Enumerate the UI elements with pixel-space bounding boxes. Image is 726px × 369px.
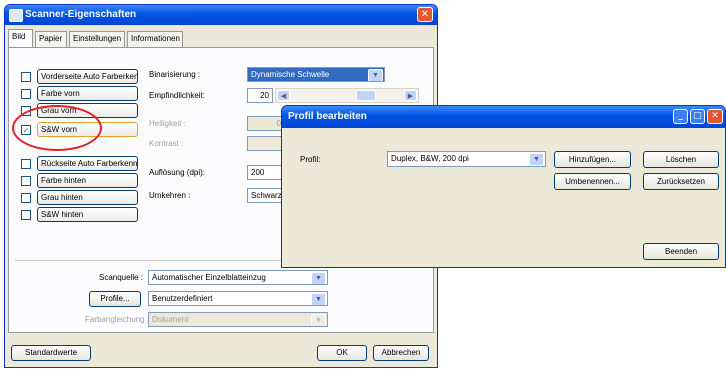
checkbox-front-color[interactable] [21,89,31,99]
annotation-circle [12,105,102,151]
binarization-select[interactable]: Dynamische Schwelle ▼ [247,67,385,82]
chevron-down-icon: ▼ [368,69,383,81]
invert-label: Umkehren : [149,191,191,200]
binarization-label: Binarisierung : [149,70,201,79]
checkbox-front-auto-color[interactable] [21,72,31,82]
resolution-label: Auflösung (dpi): [149,168,206,177]
binarization-value: Dynamische Schwelle [251,70,330,79]
profile-button[interactable]: Profile... [89,291,141,307]
maximize-button[interactable]: □ [690,109,705,124]
dialog-title-bar[interactable]: Profil bearbeiten _ □ ✕ [282,106,725,128]
scanner-app-icon [9,9,23,22]
minimize-button[interactable]: _ [673,109,688,124]
sensitivity-slider[interactable]: ◀ ▶ [275,88,419,103]
sensitivity-label: Empfindlichkeit: [149,91,206,100]
exit-button[interactable]: Beenden [643,243,719,260]
checkbox-back-bw[interactable] [21,210,31,220]
profile-combo-value: Duplex, B&W, 200 dpi [391,154,469,163]
chevron-down-icon: ▼ [529,153,544,166]
image-item-front-color[interactable]: Farbe vorn [37,86,138,101]
ok-button[interactable]: OK [317,345,367,361]
chevron-down-icon: ▼ [311,314,326,326]
delete-profile-button[interactable]: Löschen [643,151,719,168]
color-matching-select: Dokument ▼ [148,312,328,327]
image-item-front-auto-color[interactable]: Vorderseite Auto Farberkennu [37,69,138,84]
brightness-label: Helligkeit : [149,119,186,128]
profile-select[interactable]: Benutzerdefiniert ▼ [148,291,328,306]
edit-profile-dialog: Profil bearbeiten _ □ ✕ Profil: Duplex, … [281,105,726,268]
add-profile-button[interactable]: Hinzufügen... [554,151,631,168]
dialog-title: Profil bearbeiten [288,111,367,122]
checkbox-back-color[interactable] [21,176,31,186]
chevron-down-icon: ▼ [311,293,326,305]
image-item-back-auto-color[interactable]: Rückseite Auto Farberkennur [37,156,138,171]
tab-einstellungen[interactable]: Einstellungen [69,31,125,47]
checkbox-back-auto-color[interactable] [21,159,31,169]
image-item-back-bw[interactable]: S&W hinten [37,207,138,222]
checkbox-back-gray[interactable] [21,193,31,203]
tab-bild[interactable]: Bild [8,29,33,48]
contrast-value [247,136,285,151]
minimize-icon: _ [678,111,683,121]
profile-combo[interactable]: Duplex, B&W, 200 dpi ▼ [387,151,546,167]
arrow-left-icon[interactable]: ◀ [277,90,290,101]
tab-papier[interactable]: Papier [35,31,67,47]
color-matching-label: Farbangleichung : [85,315,150,324]
image-item-back-gray[interactable]: Grau hinten [37,190,138,205]
image-item-back-color[interactable]: Farbe hinten [37,173,138,188]
scan-source-value: Automatischer Einzelblatteinzug [152,273,266,282]
cancel-button[interactable]: Abbrechen [373,345,429,361]
rename-profile-button[interactable]: Umbenennen... [554,173,631,190]
main-close-button[interactable]: ✕ [417,7,433,22]
main-title-bar[interactable]: Scanner-Eigenschaften ✕ [5,5,437,25]
reset-profile-button[interactable]: Zurücksetzen [643,173,719,190]
slider-thumb[interactable] [356,90,376,101]
invert-select[interactable]: Schwarz a [247,188,285,203]
close-icon: ✕ [420,9,430,20]
scan-source-select[interactable]: Automatischer Einzelblatteinzug ▼ [148,270,328,285]
profile-field-label: Profil: [300,155,321,164]
arrow-right-icon[interactable]: ▶ [404,90,417,101]
maximize-icon: □ [693,111,702,121]
color-matching-value: Dokument [152,315,189,324]
tab-informationen[interactable]: Informationen [127,31,183,47]
close-icon: ✕ [711,111,719,121]
sensitivity-value[interactable]: 20 [247,88,273,103]
profile-value: Benutzerdefiniert [152,294,213,303]
contrast-label: Kontrast : [149,139,184,148]
scan-source-label: Scanquelle : [99,273,144,282]
defaults-button[interactable]: Standardwerte [11,345,91,361]
chevron-down-icon: ▼ [311,272,326,284]
dialog-close-button[interactable]: ✕ [707,109,723,124]
resolution-select[interactable]: 200 [247,165,285,180]
main-window-title: Scanner-Eigenschaften [25,9,137,20]
brightness-value: 0 [247,116,285,131]
